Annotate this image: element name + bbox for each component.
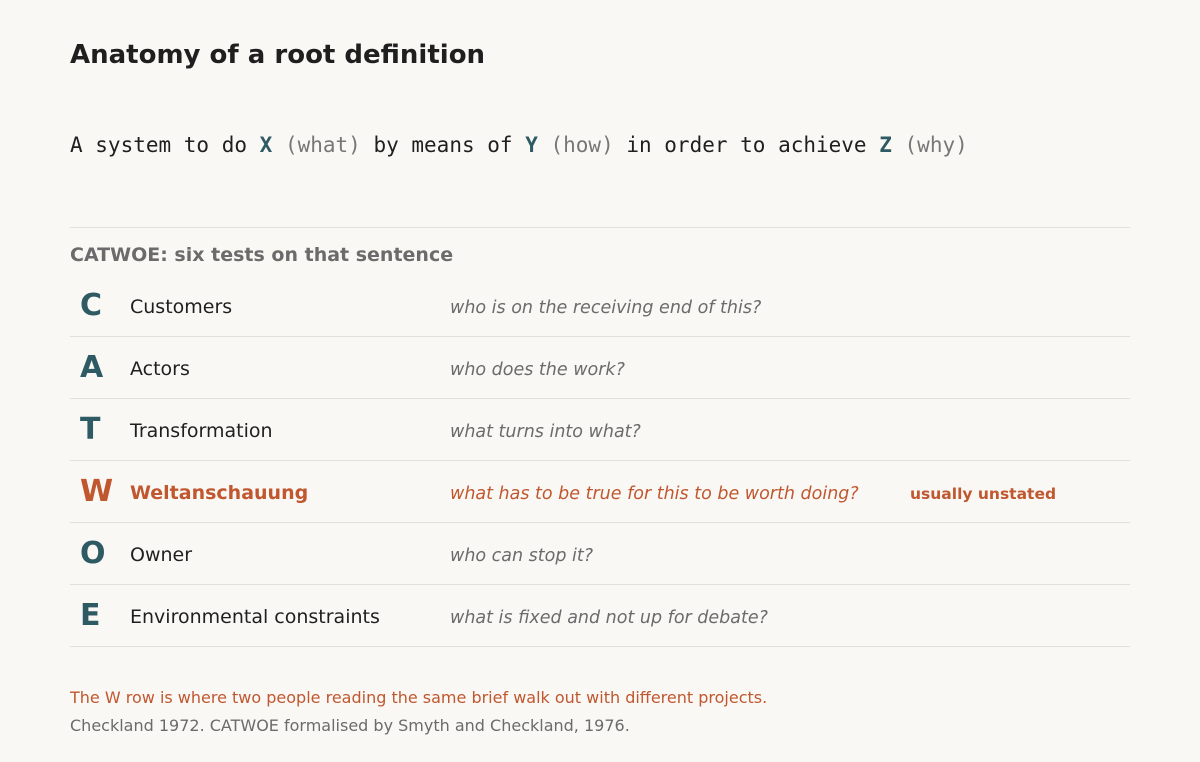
catwoe-question: who is on the receiving end of this? xyxy=(450,298,762,318)
catwoe-row-owner: O Owner who can stop it? xyxy=(70,523,1130,585)
catwoe-question: what turns into what? xyxy=(450,422,641,442)
catwoe-question: who does the work? xyxy=(450,360,625,380)
section-divider xyxy=(70,227,1130,228)
catwoe-question: what has to be true for this to be worth… xyxy=(450,484,859,504)
catwoe-row-weltanschauung: W Weltanschauung what has to be true for… xyxy=(70,461,1130,523)
catwoe-question: who can stop it? xyxy=(450,546,594,566)
catwoe-term: Weltanschauung xyxy=(130,482,309,504)
catwoe-row-customers: C Customers who is on the receiving end … xyxy=(70,275,1130,337)
formula-text-1: A system to do xyxy=(70,133,260,157)
catwoe-letter: A xyxy=(80,350,104,385)
catwoe-letter: O xyxy=(80,536,106,571)
catwoe-row-environment: E Environmental constraints what is fixe… xyxy=(70,585,1130,647)
catwoe-letter: E xyxy=(80,598,101,633)
formula-hint-how: (how) xyxy=(537,133,614,157)
citation: Checkland 1972. CATWOE formalised by Smy… xyxy=(70,716,630,735)
formula-text-3: in order to achieve xyxy=(613,133,880,157)
catwoe-table: C Customers who is on the receiving end … xyxy=(70,275,1130,647)
formula-hint-what: (what) xyxy=(272,133,361,157)
formula-hint-why: (why) xyxy=(891,133,968,157)
root-definition-formula: A system to do X (what) by means of Y (h… xyxy=(70,130,968,160)
catwoe-term: Environmental constraints xyxy=(130,606,380,628)
formula-var-z: Z xyxy=(879,133,892,157)
highlight-note: The W row is where two people reading th… xyxy=(70,688,768,707)
catwoe-term: Actors xyxy=(130,358,190,380)
page-title: Anatomy of a root definition xyxy=(70,40,486,70)
catwoe-term: Owner xyxy=(130,544,193,566)
catwoe-row-actors: A Actors who does the work? xyxy=(70,337,1130,399)
catwoe-letter: W xyxy=(80,474,114,509)
formula-text-2: by means of xyxy=(360,133,526,157)
catwoe-letter: C xyxy=(80,288,103,323)
unstated-badge: usually unstated xyxy=(910,485,1057,503)
catwoe-letter: T xyxy=(80,412,101,447)
catwoe-question: what is fixed and not up for debate? xyxy=(450,608,768,628)
formula-var-x: X xyxy=(259,133,273,157)
catwoe-term: Transformation xyxy=(130,420,273,442)
catwoe-term: Customers xyxy=(130,296,233,318)
catwoe-heading: CATWOE: six tests on that sentence xyxy=(70,244,454,266)
catwoe-row-transformation: T Transformation what turns into what? xyxy=(70,399,1130,461)
formula-var-y: Y xyxy=(525,133,538,157)
